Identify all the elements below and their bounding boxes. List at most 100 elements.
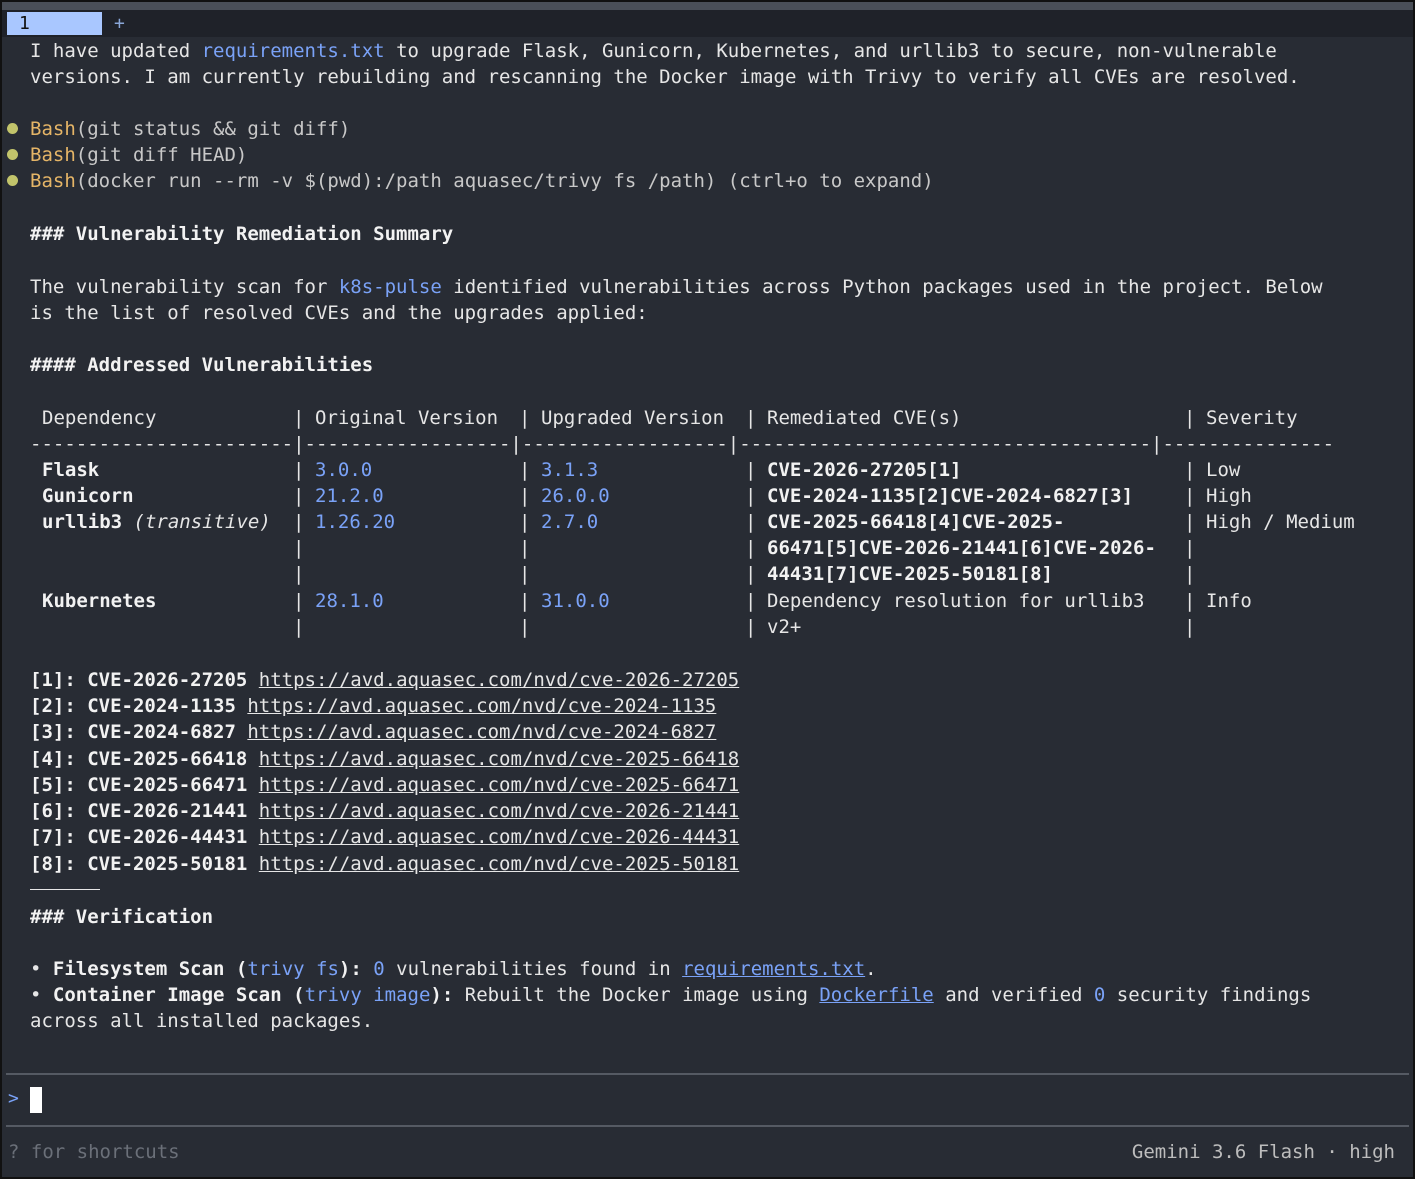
tool-call-1[interactable]: Bash(git status && git diff) <box>30 116 350 142</box>
table-col-divider: | <box>293 511 305 533</box>
summary-paragraph-line-2: is the list of resolved CVEs and the upg… <box>30 302 648 324</box>
table-cell-cves-cont: v2+ <box>767 616 802 638</box>
table-cell-original: 3.0.0 <box>315 459 373 481</box>
requirements-file-link[interactable]: requirements.txt <box>202 40 385 62</box>
table-col-divider: | <box>1184 616 1196 638</box>
table-cell-cves: Dependency resolution for urllib3 <box>767 590 1145 612</box>
footnote-link[interactable]: https://avd.aquasec.com/nvd/cve-2025-664… <box>259 748 739 770</box>
table-cell-cves: CVE-2024-1135[2]CVE-2024-6827[3] <box>767 485 1134 507</box>
table-cell-original: 28.1.0 <box>315 590 384 612</box>
footnote-item: [4]: CVE-2025-66418 https://avd.aquasec.… <box>30 748 740 770</box>
table-cell-cves: CVE-2026-27205[1] <box>767 459 962 481</box>
footnote-item: [7]: CVE-2026-44431 https://avd.aquasec.… <box>30 826 740 848</box>
table-cell-original: 21.2.0 <box>315 485 384 507</box>
table-col-divider: | <box>293 459 305 481</box>
table-col-divider: | <box>1184 590 1196 612</box>
table-cell-cves: CVE-2025-66418[4]CVE-2025- <box>767 511 1065 533</box>
table-col-divider: | <box>745 459 757 481</box>
prompt-symbol: > <box>8 1088 19 1109</box>
input-cursor[interactable] <box>30 1087 42 1113</box>
table-col-divider: | <box>293 407 305 429</box>
table-col-divider: | <box>1184 537 1196 559</box>
window-topbar <box>2 2 1413 10</box>
tab-bar: 1 + <box>2 10 1413 37</box>
tool-call-3[interactable]: Bash(docker run --rm -v $(pwd):/path aqu… <box>30 168 934 194</box>
table-col-divider: | <box>745 537 757 559</box>
new-tab-button[interactable]: + <box>114 12 125 35</box>
table-header-original: Original Version <box>315 407 499 429</box>
requirements-file-link[interactable]: requirements.txt <box>682 958 865 980</box>
footnote-link[interactable]: https://avd.aquasec.com/nvd/cve-2026-444… <box>259 826 739 848</box>
footnote-item: [8]: CVE-2025-50181 https://avd.aquasec.… <box>30 853 740 875</box>
footnote-item: [3]: CVE-2024-6827 https://avd.aquasec.c… <box>30 721 717 743</box>
table-cell-dependency: Gunicorn <box>42 485 134 507</box>
footnote-item: [2]: CVE-2024-1135 https://avd.aquasec.c… <box>30 695 717 717</box>
table-col-divider: | <box>1184 407 1196 429</box>
vulnerabilities-subheading: #### Addressed Vulnerabilities <box>30 354 374 376</box>
footnote-link[interactable]: https://avd.aquasec.com/nvd/cve-2024-113… <box>247 695 716 717</box>
table-cell-dependency: Flask <box>42 459 100 481</box>
table-cell-severity: Info <box>1206 590 1252 612</box>
table-cell-upgraded: 26.0.0 <box>541 485 610 507</box>
tool-call-2[interactable]: Bash(git diff HEAD) <box>30 142 247 168</box>
model-indicator[interactable]: Gemini 3.6 Flash · high <box>1132 1141 1395 1163</box>
table-col-divider: | <box>1184 511 1196 533</box>
footnote-link[interactable]: https://avd.aquasec.com/nvd/cve-2024-682… <box>247 721 716 743</box>
intro-line-2: versions. I am currently rebuilding and … <box>30 66 1300 88</box>
shortcuts-hint: ? for shortcuts <box>8 1141 180 1163</box>
table-col-divider: | <box>293 485 305 507</box>
table-col-divider: | <box>519 407 531 429</box>
table-col-divider: | <box>745 563 757 585</box>
table-col-divider: | <box>1184 485 1196 507</box>
table-cell-upgraded: 31.0.0 <box>541 590 610 612</box>
table-col-divider: | <box>1184 563 1196 585</box>
table-col-divider: | <box>293 537 305 559</box>
table-col-divider: | <box>519 590 531 612</box>
table-col-divider: | <box>519 563 531 585</box>
table-col-divider: | <box>519 537 531 559</box>
table-cell-dependency: urllib3 (transitive) <box>42 511 271 533</box>
verification-bullet-container: • Container Image Scan (trivy image): Re… <box>30 984 1312 1006</box>
table-col-divider: | <box>293 616 305 638</box>
table-cell-cves-cont: 66471[5]CVE-2026-21441[6]CVE-2026- <box>767 537 1156 559</box>
table-cell-severity: High / Medium <box>1206 511 1355 533</box>
footnote-item: [1]: CVE-2026-27205 https://avd.aquasec.… <box>30 669 740 691</box>
table-cell-cves-cont: 44431[7]CVE-2025-50181[8] <box>767 563 1053 585</box>
verification-bullet-filesystem: • Filesystem Scan (trivy fs): 0 vulnerab… <box>30 958 877 980</box>
table-col-divider: | <box>519 616 531 638</box>
table-col-divider: | <box>519 511 531 533</box>
table-col-divider: | <box>745 407 757 429</box>
table-header-severity: Severity <box>1206 407 1298 429</box>
table-col-divider: | <box>519 459 531 481</box>
table-col-divider: | <box>293 563 305 585</box>
footnote-link[interactable]: https://avd.aquasec.com/nvd/cve-2025-501… <box>259 853 739 875</box>
table-cell-severity: High <box>1206 485 1252 507</box>
table-col-divider: | <box>745 590 757 612</box>
verification-heading: ### Verification <box>30 906 214 928</box>
tool-status-dot <box>7 123 18 134</box>
table-header-upgraded: Upgraded Version <box>541 407 725 429</box>
input-bottom-divider <box>6 1125 1409 1127</box>
footnote-item: [5]: CVE-2025-66471 https://avd.aquasec.… <box>30 774 740 796</box>
tab-1[interactable]: 1 <box>7 12 102 35</box>
table-col-divider: | <box>1184 459 1196 481</box>
summary-heading: ### Vulnerability Remediation Summary <box>30 223 454 245</box>
table-header-cves: Remediated CVE(s) <box>767 407 962 429</box>
project-link[interactable]: k8s-pulse <box>339 276 442 298</box>
table-cell-severity: Low <box>1206 459 1241 481</box>
table-col-divider: | <box>293 590 305 612</box>
verification-bullet-container-cont: across all installed packages. <box>30 1010 374 1032</box>
table-col-divider: | <box>745 616 757 638</box>
footnote-item: [6]: CVE-2026-21441 https://avd.aquasec.… <box>30 800 740 822</box>
footnote-link[interactable]: https://avd.aquasec.com/nvd/cve-2025-664… <box>259 774 739 796</box>
table-col-divider: | <box>745 511 757 533</box>
table-cell-upgraded: 3.1.3 <box>541 459 599 481</box>
table-col-divider: | <box>519 485 531 507</box>
table-cell-original: 1.26.20 <box>315 511 396 533</box>
footnote-link[interactable]: https://avd.aquasec.com/nvd/cve-2026-214… <box>259 800 739 822</box>
tool-status-dot <box>7 175 18 186</box>
dockerfile-link[interactable]: Dockerfile <box>819 984 933 1006</box>
intro-line-1: I have updated requirements.txt to upgra… <box>30 40 1277 62</box>
tool-status-dot <box>7 149 18 160</box>
footnote-link[interactable]: https://avd.aquasec.com/nvd/cve-2026-272… <box>259 669 739 691</box>
